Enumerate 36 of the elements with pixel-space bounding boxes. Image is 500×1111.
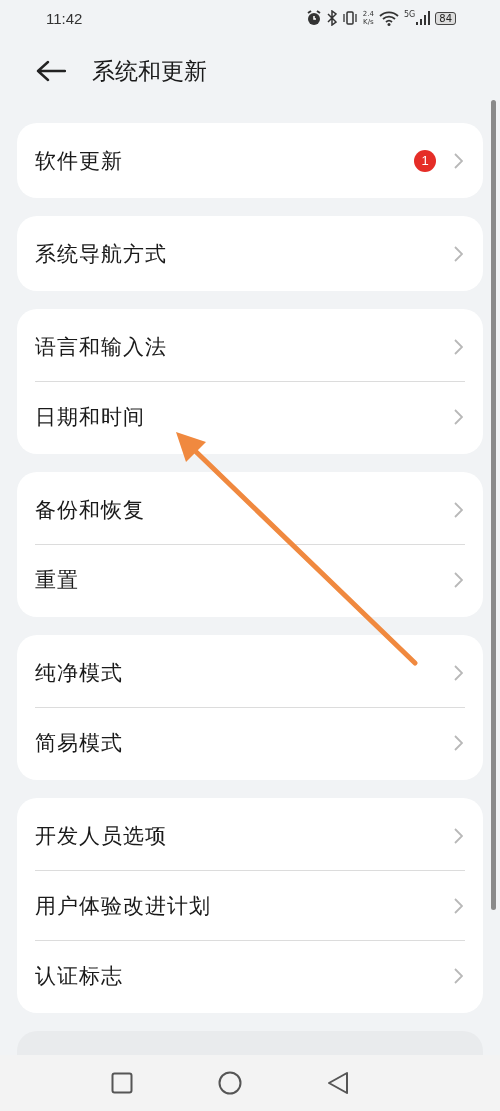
back-icon[interactable] [36,60,66,82]
chevron-icon [454,152,463,169]
bluetooth-icon [326,10,337,26]
status-time: 11:42 [46,9,83,27]
network-label: 5G [403,10,416,19]
settings-item[interactable]: 语言和输入法 [35,312,465,381]
settings-item[interactable]: 系统导航方式 [35,219,465,288]
settings-item[interactable]: 备份和恢复 [35,475,465,544]
settings-item[interactable]: 开发人员选项 [35,801,465,870]
settings-item[interactable]: 认证标志 [35,940,465,1010]
chevron-icon [454,338,463,355]
signal-icon [416,11,431,25]
settings-item[interactable]: 软件更新 1 [35,126,465,195]
scrollbar[interactable] [491,100,496,910]
back-icon[interactable] [327,1071,349,1095]
chevron-icon [454,827,463,844]
chevron-icon [454,664,463,681]
chevron-icon [454,734,463,751]
chevron-icon [454,501,463,518]
alarm-icon [305,10,322,26]
home-icon[interactable] [218,1071,242,1095]
recent-apps-icon[interactable] [111,1072,133,1094]
battery-indicator: 84 [435,11,456,25]
wifi-icon [378,10,399,26]
settings-item[interactable]: 重置 [35,544,465,614]
page-title: 系统和更新 [92,56,207,86]
vibrate-icon [341,10,358,26]
notification-badge: 1 [414,149,436,172]
settings-item[interactable]: 纯净模式 [35,638,465,707]
settings-item[interactable]: 简易模式 [35,707,465,777]
chevron-icon [454,897,463,914]
chevron-icon [454,245,463,262]
chevron-icon [454,408,463,425]
chevron-icon [454,967,463,984]
settings-item[interactable]: 用户体验改进计划 [35,870,465,940]
chevron-icon [454,571,463,588]
